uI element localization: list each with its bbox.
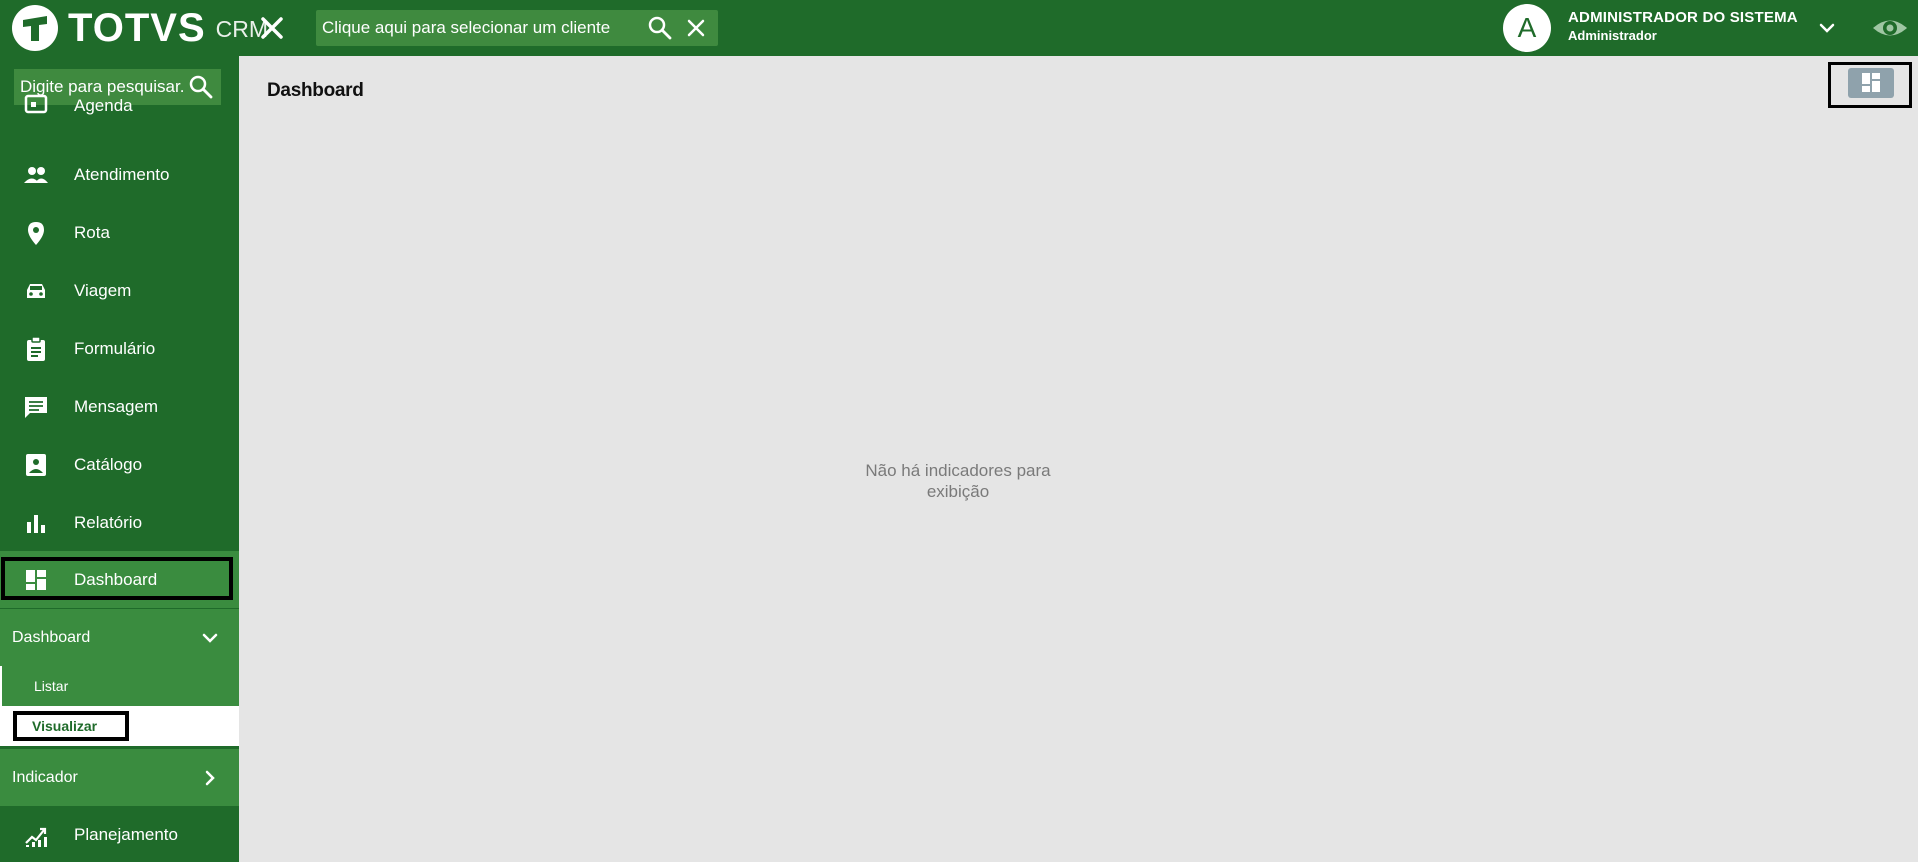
submenu-label: Dashboard (12, 628, 91, 646)
eye-icon[interactable] (1870, 10, 1910, 46)
image-icon (26, 453, 46, 476)
avatar[interactable]: A (1503, 4, 1551, 52)
close-menu-icon[interactable] (256, 12, 288, 44)
people-icon (24, 166, 48, 183)
empty-state-message: Não há indicadores para exibição (865, 461, 1051, 501)
sidebar-item-mensagem[interactable]: Mensagem (0, 378, 239, 435)
dashboard-icon (26, 569, 46, 590)
totvs-logo-icon (12, 5, 58, 51)
sidebar-item-planejamento[interactable]: Planejamento (0, 806, 239, 862)
submenu-item-label: Visualizar (32, 718, 98, 734)
sidebar-item-agenda[interactable]: Agenda (0, 94, 239, 134)
sidebar-item-catalogo[interactable]: Catálogo (0, 436, 239, 493)
search-icon[interactable] (646, 14, 674, 42)
trending-icon (25, 827, 47, 847)
user-role: Administrador (1568, 28, 1657, 43)
sidebar-item-label: Formulário (74, 338, 156, 358)
chevron-right-icon[interactable] (197, 765, 223, 791)
logo[interactable]: TOTVS CRM (10, 3, 268, 53)
sidebar-item-atendimento[interactable]: Atendimento (0, 146, 239, 203)
sidebar-item-label: Mensagem (74, 396, 159, 416)
submenu-indicador[interactable]: Indicador (0, 749, 239, 806)
clear-icon[interactable] (682, 14, 710, 42)
chevron-down-icon[interactable] (1813, 14, 1841, 42)
sidebar-item-label: Dashboard (74, 569, 158, 589)
sidebar-item-label: Relatório (74, 512, 143, 532)
dashboard-icon (1862, 73, 1880, 92)
bar-chart-icon (27, 514, 45, 533)
page-title: Dashboard (267, 80, 364, 101)
sidebar-item-rota[interactable]: Rota (0, 204, 239, 261)
calendar-icon (24, 94, 48, 114)
sidebar-item-dashboard[interactable]: Dashboard (0, 551, 239, 608)
location-pin-icon (28, 221, 44, 245)
top-header: TOTVS CRM A ADMINISTRADOR DO SISTEMA Adm… (0, 0, 1918, 56)
clipboard-icon (27, 335, 45, 361)
submenu-label: Indicador (12, 768, 78, 786)
sidebar-item-label: Catálogo (74, 454, 143, 474)
sidebar-item-relatorio[interactable]: Relatório (0, 494, 239, 551)
car-icon (27, 283, 45, 298)
sidebar-item-label: Viagem (74, 280, 132, 300)
client-search-input[interactable] (316, 9, 646, 47)
submenu-dashboard[interactable]: Dashboard (0, 609, 239, 666)
client-selector[interactable] (316, 9, 718, 47)
submenu-item-visualizar[interactable]: Visualizar (0, 706, 239, 746)
chevron-down-icon[interactable] (197, 625, 223, 651)
sidebar-item-label: Agenda (74, 96, 133, 115)
sidebar-item-formulario[interactable]: Formulário (0, 320, 239, 377)
sidebar-item-label: Planejamento (74, 824, 178, 844)
logo-text: TOTVS (68, 5, 206, 50)
submenu-item-listar[interactable]: Listar (0, 666, 239, 706)
message-icon (25, 396, 47, 418)
sidebar-item-label: Atendimento (74, 164, 170, 184)
sidebar-item-viagem[interactable]: Viagem (0, 262, 239, 319)
sidebar: Agenda Atendimento Rota Viagem For (0, 56, 239, 862)
submenu-item-label: Listar (34, 678, 69, 694)
dashboard-layout-button[interactable] (1848, 68, 1894, 98)
sidebar-item-label: Rota (74, 222, 110, 242)
user-name[interactable]: ADMINISTRADOR DO SISTEMA (1568, 9, 1798, 26)
